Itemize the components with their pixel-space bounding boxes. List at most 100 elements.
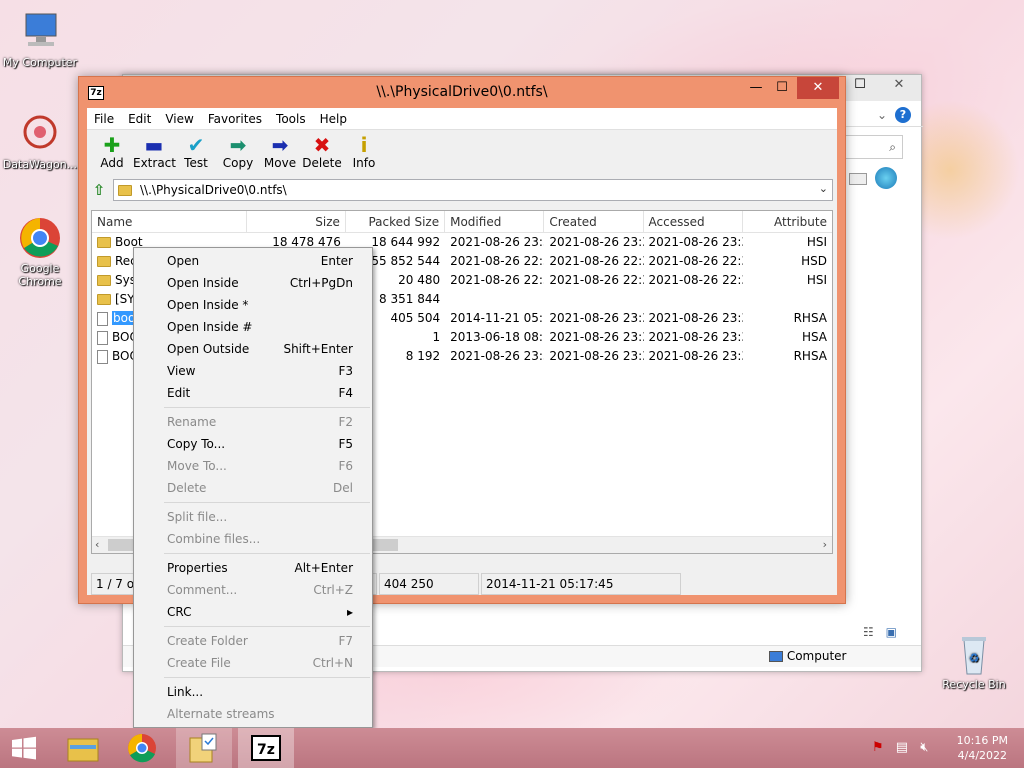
cell-accessed: 2021-08-26 22:35 bbox=[648, 273, 743, 287]
7zip-taskbar-button[interactable]: 7z bbox=[238, 728, 294, 768]
titlebar[interactable]: 7z \\.\PhysicalDrive0\0.ntfs\ — ☐ ✕ bbox=[79, 77, 845, 108]
context-menu-item-alternate-streams: Alternate streams bbox=[134, 703, 372, 725]
context-menu-item-properties[interactable]: Properties Alt+Enter bbox=[134, 557, 372, 579]
toolbar-label: Delete bbox=[302, 156, 342, 170]
window-title: \\.\PhysicalDrive0\0.ntfs\ bbox=[376, 84, 548, 100]
menu-item-label: CRC bbox=[167, 605, 192, 619]
menu-item-shortcut: Alt+Enter bbox=[294, 561, 353, 575]
toolbar-test-button[interactable]: ✔ Test bbox=[175, 130, 217, 178]
col-attributes[interactable]: Attribute bbox=[743, 211, 832, 233]
chrome-taskbar-button[interactable] bbox=[114, 728, 170, 768]
context-menu-item-move-to: Move To... F6 bbox=[134, 455, 372, 477]
cell-attr: RHSA bbox=[793, 349, 828, 363]
menu-view[interactable]: View bbox=[158, 112, 200, 126]
context-menu-item-open-inside[interactable]: Open Inside Ctrl+PgDn bbox=[134, 272, 372, 294]
cell-attr: HSD bbox=[801, 254, 828, 268]
close-button[interactable]: ✕ bbox=[797, 77, 839, 99]
scroll-left-icon[interactable]: ‹ bbox=[95, 538, 99, 551]
maximize-button[interactable]: ☐ bbox=[769, 77, 795, 99]
svg-text:♻: ♻ bbox=[969, 651, 980, 665]
cell-modified: 2014-11-21 05:17 bbox=[450, 311, 544, 325]
context-menu-item-open-inside[interactable]: Open Inside # bbox=[134, 316, 372, 338]
folder-taskbar-button[interactable] bbox=[176, 728, 232, 768]
menu-help[interactable]: Help bbox=[313, 112, 354, 126]
up-folder-icon[interactable]: ⇧ bbox=[91, 181, 107, 199]
file-icon bbox=[97, 349, 108, 364]
start-button[interactable] bbox=[0, 728, 56, 768]
help-icon[interactable]: ? bbox=[895, 107, 911, 123]
desktop-icon-label: Recycle Bin bbox=[942, 678, 1006, 691]
action-center-flag-icon[interactable]: ⚑ bbox=[872, 740, 884, 755]
minimize-button[interactable]: — bbox=[743, 77, 769, 99]
cell-attr bbox=[743, 290, 832, 309]
clock[interactable]: 10:16 PM 4/4/2022 bbox=[957, 733, 1008, 763]
toolbar-copy-button[interactable]: ➡ Copy bbox=[217, 130, 259, 178]
toolbar-extract-button[interactable]: ▬ Extract bbox=[133, 130, 176, 178]
col-packed-size[interactable]: Packed Size bbox=[346, 211, 446, 233]
volume-muted-icon[interactable]: 🔇︎ bbox=[920, 740, 928, 755]
menu-item-shortcut: F5 bbox=[338, 437, 353, 451]
cell-accessed: 2021-08-26 23:35 bbox=[648, 330, 743, 344]
file-explorer-taskbar-button[interactable] bbox=[56, 728, 112, 768]
desktop-icon-my-computer[interactable]: My Computer bbox=[0, 10, 80, 69]
view-icon[interactable] bbox=[849, 173, 867, 185]
toolbar-add-button[interactable]: ✚ Add bbox=[91, 130, 133, 178]
clock-date: 4/4/2022 bbox=[957, 749, 1008, 762]
cell-modified: 2021-08-26 23:35 bbox=[450, 235, 544, 249]
chevron-down-icon[interactable]: ⌄ bbox=[819, 182, 828, 195]
menu-edit[interactable]: Edit bbox=[121, 112, 158, 126]
menu-item-label: Open Outside bbox=[167, 342, 250, 356]
svg-text:7z: 7z bbox=[257, 742, 275, 758]
explorer-maximize-button[interactable]: ☐ bbox=[845, 75, 875, 95]
cell-created: 2021-08-26 23:35 bbox=[549, 311, 643, 325]
menu-item-label: Copy To... bbox=[167, 437, 226, 451]
address-path: \\.\PhysicalDrive0\0.ntfs\ bbox=[140, 183, 287, 197]
context-menu-item-edit[interactable]: Edit F4 bbox=[134, 382, 372, 404]
menu-item-shortcut: Shift+Enter bbox=[283, 342, 353, 356]
taskbar: 7z ⚑ ▤ 🔇︎ 10:16 PM 4/4/2022 bbox=[0, 728, 1024, 768]
col-created[interactable]: Created bbox=[544, 211, 644, 233]
desktop-icon-google-chrome[interactable]: Google Chrome bbox=[0, 216, 80, 288]
explorer-close-button[interactable]: ✕ bbox=[879, 75, 919, 95]
large-icons-view-icon[interactable]: ▣ bbox=[886, 625, 897, 639]
network-icon[interactable]: ▤ bbox=[896, 740, 908, 755]
context-menu-item-link[interactable]: Link... bbox=[134, 681, 372, 703]
context-menu-item-comment: Comment... Ctrl+Z bbox=[134, 579, 372, 601]
col-modified[interactable]: Modified bbox=[445, 211, 545, 233]
details-view-icon[interactable]: ☷ bbox=[863, 625, 874, 639]
context-menu-item-rename: Rename F2 bbox=[134, 411, 372, 433]
desktop-icon-recycle-bin[interactable]: ♻ Recycle Bin bbox=[934, 632, 1014, 691]
menu-item-shortcut: F4 bbox=[338, 386, 353, 400]
col-size[interactable]: Size bbox=[247, 211, 346, 233]
col-accessed[interactable]: Accessed bbox=[644, 211, 743, 233]
toolbar-info-button[interactable]: i Info bbox=[343, 130, 385, 178]
menubar: File Edit View Favorites Tools Help bbox=[87, 108, 837, 130]
info-icon: i bbox=[360, 133, 368, 157]
chevron-down-icon[interactable]: ⌄ bbox=[877, 108, 887, 122]
menu-tools[interactable]: Tools bbox=[269, 112, 313, 126]
menu-item-shortcut: F2 bbox=[338, 415, 353, 429]
toolbar-delete-button[interactable]: ✖ Delete bbox=[301, 130, 343, 178]
col-name[interactable]: Name bbox=[92, 211, 247, 233]
context-menu-item-create-file: Create File Ctrl+N bbox=[134, 652, 372, 674]
chrome-icon bbox=[128, 734, 156, 763]
context-menu-item-view[interactable]: View F3 bbox=[134, 360, 372, 382]
menu-file[interactable]: File bbox=[87, 112, 121, 126]
context-menu-item-open-inside[interactable]: Open Inside * bbox=[134, 294, 372, 316]
context-menu-item-open[interactable]: Open Enter bbox=[134, 250, 372, 272]
cell-accessed bbox=[644, 290, 743, 309]
toolbar-move-button[interactable]: ➡ Move bbox=[259, 130, 301, 178]
context-menu-item-open-outside[interactable]: Open Outside Shift+Enter bbox=[134, 338, 372, 360]
menu-favorites[interactable]: Favorites bbox=[201, 112, 269, 126]
address-input[interactable]: \\.\PhysicalDrive0\0.ntfs\ ⌄ bbox=[113, 179, 833, 201]
menu-item-label: Combine files... bbox=[167, 532, 261, 546]
scroll-right-icon[interactable]: › bbox=[823, 538, 827, 551]
explorer-search-input[interactable]: ⌕ bbox=[843, 135, 903, 159]
cell-attr: RHSA bbox=[793, 311, 828, 325]
context-menu-item-delete: Delete Del bbox=[134, 477, 372, 499]
desktop-icon-datawagon[interactable]: DataWagon... bbox=[0, 112, 80, 171]
context-menu-item-crc[interactable]: CRC ▸ bbox=[134, 601, 372, 623]
cell-attr: HSI bbox=[806, 273, 828, 287]
context-menu-item-copy-to[interactable]: Copy To... F5 bbox=[134, 433, 372, 455]
menu-item-shortcut: Enter bbox=[320, 254, 353, 268]
